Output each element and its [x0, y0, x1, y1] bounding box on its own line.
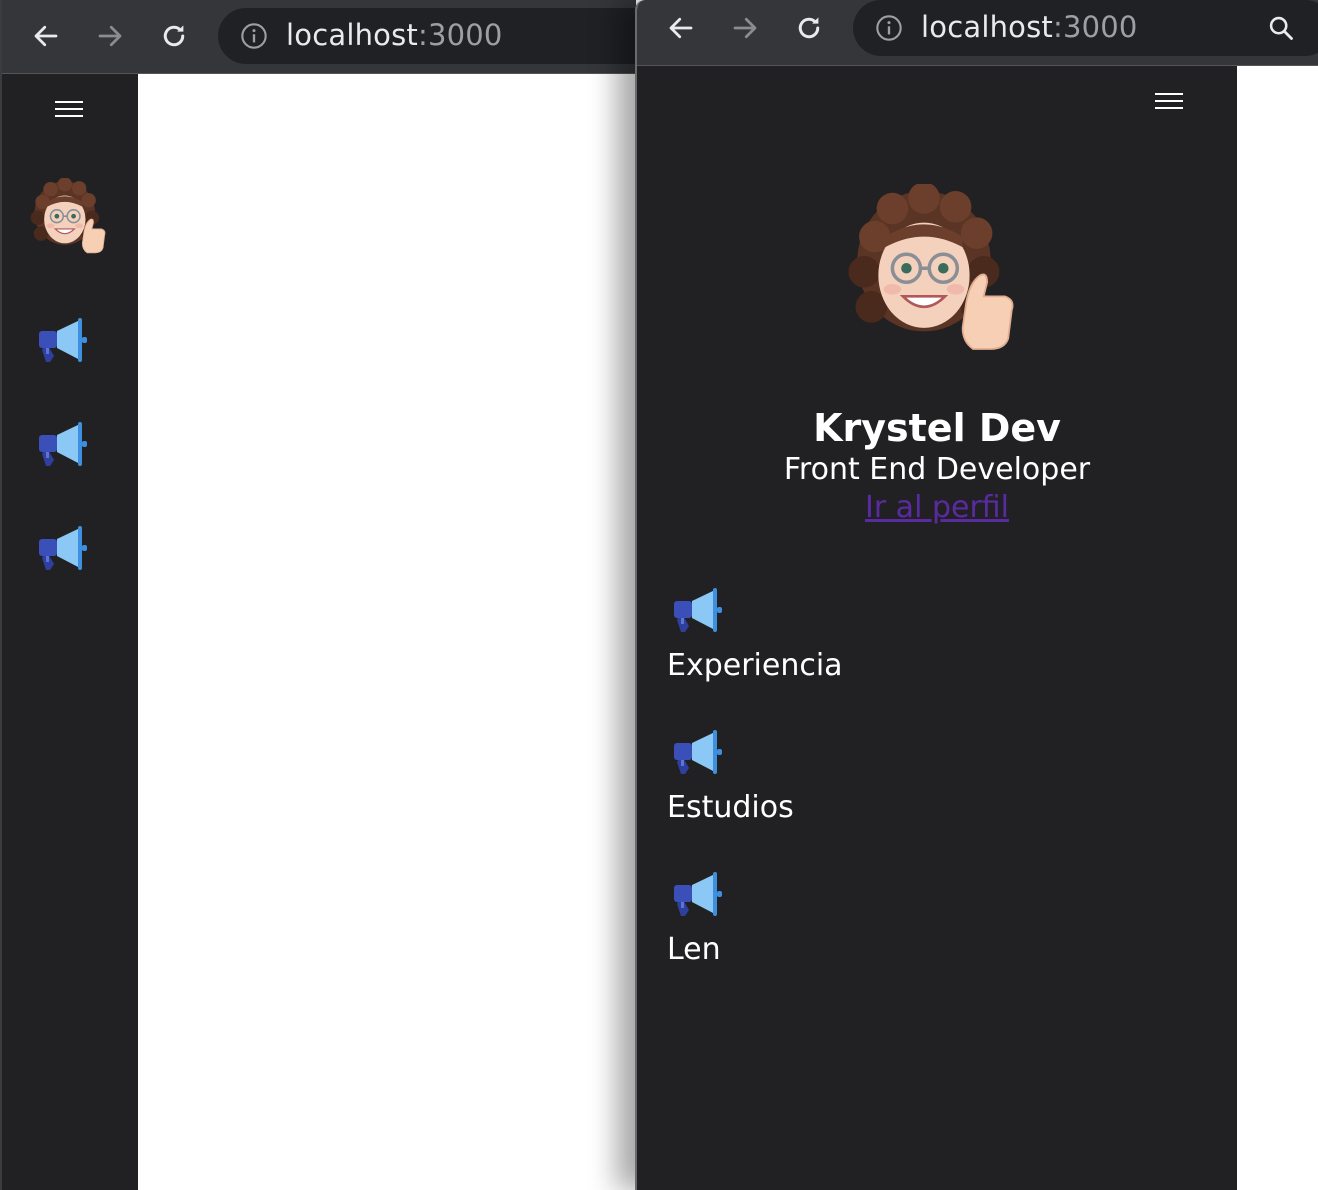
megaphone-icon [671, 870, 725, 922]
forward-button[interactable] [90, 16, 130, 56]
address-bar[interactable]: localhost:3000 [218, 8, 636, 64]
info-icon[interactable] [240, 22, 268, 50]
arrow-right-icon [95, 21, 125, 51]
memoji-avatar [843, 184, 1019, 356]
browser-window-expanded: localhost:3000 Krystel Dev Front End Dev… [635, 0, 1318, 1190]
megaphone-icon [671, 586, 725, 638]
reload-icon [159, 21, 189, 51]
back-button[interactable] [661, 8, 701, 48]
memoji-avatar [28, 178, 108, 256]
hamburger-icon[interactable] [1155, 91, 1183, 111]
search-icon[interactable] [1267, 14, 1295, 42]
address-bar[interactable]: localhost:3000 [853, 0, 1318, 56]
address-text: localhost:3000 [286, 18, 503, 52]
arrow-left-icon [31, 21, 61, 51]
back-button[interactable] [26, 16, 66, 56]
screenshot-stage: localhost:3000 localhost:3000 Krystel De… [0, 0, 1318, 1190]
browser-toolbar: localhost:3000 [637, 0, 1318, 66]
arrow-right-icon [730, 13, 760, 43]
reload-button[interactable] [154, 16, 194, 56]
reload-button[interactable] [789, 8, 829, 48]
megaphone-icon[interactable] [36, 420, 90, 472]
forward-button[interactable] [725, 8, 765, 48]
browser-toolbar: localhost:3000 [2, 0, 636, 74]
address-text: localhost:3000 [921, 10, 1138, 44]
megaphone-icon[interactable] [36, 524, 90, 576]
megaphone-icon [671, 728, 725, 780]
menu-item-label: Len [667, 932, 721, 967]
menu-item-label: Experiencia [667, 648, 843, 683]
profile-name: Krystel Dev [813, 406, 1061, 450]
arrow-left-icon [666, 13, 696, 43]
reload-icon [794, 13, 824, 43]
megaphone-icon[interactable] [36, 316, 90, 368]
info-icon[interactable] [875, 14, 903, 42]
menu-item-label: Estudios [667, 790, 794, 825]
browser-window-collapsed: localhost:3000 [0, 0, 636, 1190]
profile-link[interactable]: Ir al perfil [865, 490, 1009, 525]
profile-role: Front End Developer [783, 452, 1091, 487]
profile-link-wrap: Ir al perfil [637, 490, 1237, 525]
hamburger-icon[interactable] [55, 99, 83, 119]
